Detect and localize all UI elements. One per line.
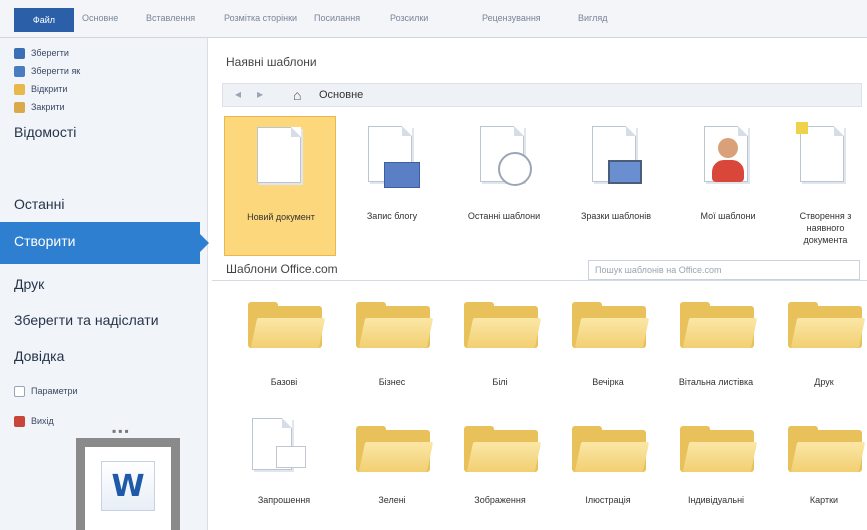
office-templates-title: Шаблони Office.com [226, 262, 338, 276]
tab-page-layout[interactable]: Розмітка сторінки [224, 13, 297, 23]
folder-icon[interactable] [248, 302, 326, 348]
folder-icon[interactable] [788, 426, 866, 472]
template-label: Останні шаблони [467, 211, 541, 221]
new-from-existing-icon [800, 126, 844, 182]
tab-mailings[interactable]: Розсилки [390, 13, 428, 23]
template-recent[interactable]: Останні шаблони [448, 116, 560, 256]
tab-insert[interactable]: Вставлення [146, 13, 195, 23]
word-logo-icon: W [101, 461, 155, 511]
folder-label-green[interactable]: Зелені [342, 494, 442, 506]
folder-label-business[interactable]: Бізнес [342, 376, 442, 388]
back-arrow-icon[interactable]: ◂ [235, 87, 241, 101]
tab-file[interactable]: Файл [14, 8, 74, 32]
monitor-icon [608, 160, 642, 184]
clock-icon [498, 152, 532, 186]
folder-icon[interactable] [572, 426, 650, 472]
template-from-existing[interactable]: Створення з наявного документа [784, 116, 867, 256]
open-command[interactable]: Відкрити [14, 82, 67, 96]
template-label: Створення з наявного документа [799, 211, 852, 245]
save-as-command[interactable]: Зберегти як [14, 64, 80, 78]
tab-references[interactable]: Посилання [314, 13, 360, 23]
folder-label-basic[interactable]: Базові [234, 376, 334, 388]
options-icon [14, 385, 25, 397]
close-folder-icon [14, 101, 25, 113]
blank-document-icon [257, 127, 301, 183]
exit-label: Вихід [31, 416, 54, 426]
tab-home[interactable]: Основне [82, 13, 118, 23]
sidebar-item-create-label: Створити [14, 233, 76, 249]
folder-icon[interactable] [464, 302, 542, 348]
tab-view[interactable]: Вигляд [578, 13, 608, 23]
forward-arrow-icon[interactable]: ▸ [257, 87, 263, 101]
save-as-icon [14, 65, 25, 77]
folder-label-illustration[interactable]: Ілюстрація [558, 494, 658, 506]
blog-post-badge [384, 162, 420, 188]
folder-label-party[interactable]: Вечірка [558, 376, 658, 388]
template-label: Запис блогу [366, 211, 418, 221]
options-command[interactable]: Параметри [14, 384, 78, 398]
folder-icon[interactable] [680, 426, 758, 472]
sticky-note-icon [796, 122, 808, 134]
folder-icon[interactable] [788, 302, 866, 348]
person-head-icon [718, 138, 738, 158]
sidebar-item-save-send[interactable]: Зберегти та надіслати [14, 312, 159, 328]
template-label: Мої шаблони [700, 211, 756, 221]
save-label: Зберегти [31, 48, 69, 58]
folder-label-images[interactable]: Зображення [450, 494, 550, 506]
save-as-label: Зберегти як [31, 66, 81, 76]
sidebar-item-create[interactable]: Створити [0, 222, 209, 264]
template-label: Новий документ [247, 212, 315, 222]
tab-review[interactable]: Рецензування [482, 13, 541, 23]
folder-label-individual[interactable]: Індивідуальні [666, 494, 766, 506]
folder-label-print[interactable]: Друк [774, 376, 867, 388]
folder-icon[interactable] [680, 302, 758, 348]
options-label: Параметри [31, 386, 78, 396]
folder-icon[interactable] [464, 426, 542, 472]
save-icon [14, 47, 25, 59]
template-samples[interactable]: Зразки шаблонів [560, 116, 672, 256]
open-label: Відкрити [31, 84, 68, 94]
exit-icon [14, 415, 25, 427]
envelope-icon [276, 446, 306, 468]
sidebar-item-help[interactable]: Довідка [14, 348, 64, 364]
template-blog-post[interactable]: Запис блогу [336, 116, 448, 256]
sidebar-item-print[interactable]: Друк [14, 276, 44, 292]
close-label: Закрити [31, 102, 65, 112]
folder-icon[interactable] [572, 302, 650, 348]
save-command[interactable]: Зберегти [14, 46, 69, 60]
home-icon[interactable]: ⌂ [293, 87, 301, 103]
section-divider [212, 280, 867, 281]
person-body-icon [712, 160, 744, 182]
template-search-input[interactable]: Пошук шаблонів на Office.com [588, 260, 860, 280]
dots-decoration: ▪▪▪ [112, 424, 131, 438]
sidebar-item-info[interactable]: Відомості [14, 124, 76, 140]
folder-icon[interactable] [356, 302, 434, 348]
folder-label-invitations[interactable]: Запрошення [234, 494, 334, 506]
nav-location-label: Основне [319, 89, 364, 101]
sidebar-item-recent[interactable]: Останні [14, 196, 65, 212]
available-templates-title: Наявні шаблони [226, 55, 317, 69]
exit-command[interactable]: Вихід [14, 414, 54, 428]
template-my[interactable]: Мої шаблони [672, 116, 784, 256]
open-folder-icon [14, 83, 25, 95]
close-command[interactable]: Закрити [14, 100, 65, 114]
template-label: Зразки шаблонів [580, 211, 652, 221]
folder-label-greeting-card[interactable]: Вітальна листівка [676, 376, 756, 388]
folder-label-white[interactable]: Білі [450, 376, 550, 388]
word-logo-frame: W [76, 438, 180, 530]
folder-label-cards[interactable]: Картки [774, 494, 867, 506]
folder-icon[interactable] [356, 426, 434, 472]
template-new-document[interactable]: Новий документ [224, 116, 336, 256]
ribbon-tab-bar: Файл Основне Вставлення Розмітка сторінк… [0, 0, 867, 38]
template-nav-bar: ◂ ▸ ⌂ Основне [222, 83, 862, 107]
